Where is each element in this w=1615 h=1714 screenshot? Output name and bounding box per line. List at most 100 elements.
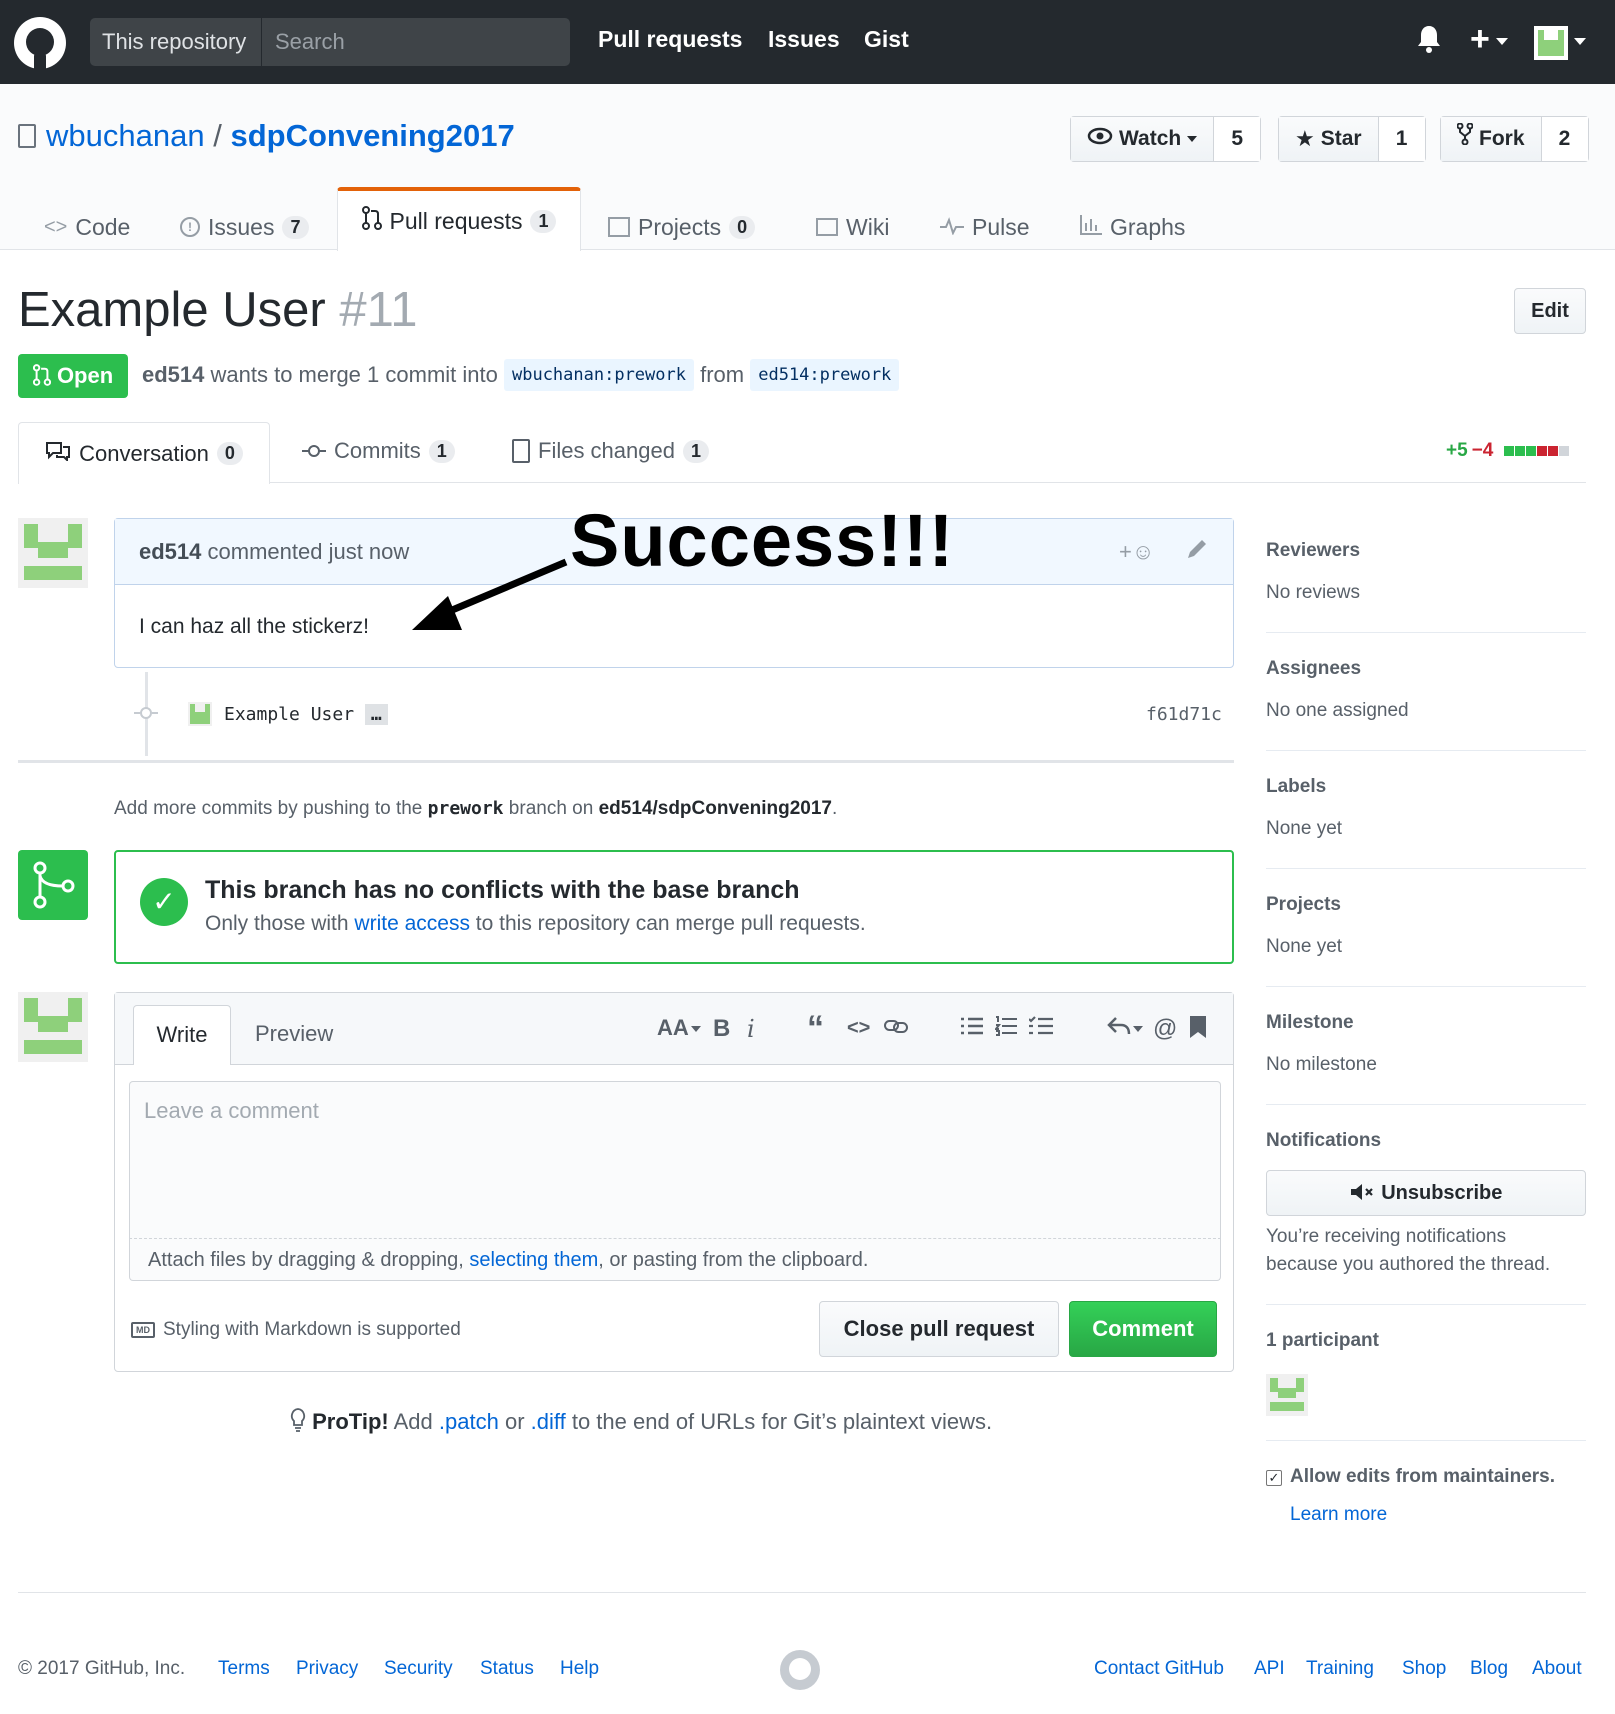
ordered-list-icon[interactable] bbox=[994, 1015, 1017, 1043]
star-count[interactable]: 1 bbox=[1378, 117, 1425, 161]
nav-pull-requests[interactable]: Pull requests bbox=[598, 26, 742, 53]
comment-textarea[interactable] bbox=[129, 1081, 1221, 1239]
pencil-icon[interactable] bbox=[1185, 537, 1209, 566]
sidebar-labels-heading[interactable]: Labels bbox=[1266, 776, 1326, 798]
sidebar-projects-heading[interactable]: Projects bbox=[1266, 894, 1341, 916]
tab-preview[interactable]: Preview bbox=[255, 1005, 333, 1065]
saved-replies-icon[interactable] bbox=[1189, 1015, 1207, 1046]
unsubscribe-button[interactable]: Unsubscribe bbox=[1266, 1170, 1586, 1216]
footer-link-terms[interactable]: Terms bbox=[218, 1658, 270, 1680]
base-branch[interactable]: wbuchanan:prework bbox=[503, 359, 694, 391]
avatar[interactable] bbox=[188, 702, 212, 726]
footer-link-about[interactable]: About bbox=[1532, 1658, 1582, 1680]
add-reaction-icon[interactable]: +☺ bbox=[1119, 539, 1154, 565]
commit-author[interactable]: Example User bbox=[224, 704, 354, 725]
participant-avatar[interactable] bbox=[1266, 1374, 1308, 1416]
file-drop-zone[interactable]: Attach files by dragging & dropping, sel… bbox=[129, 1239, 1221, 1281]
edit-button[interactable]: Edit bbox=[1514, 288, 1586, 334]
fork-count[interactable]: 2 bbox=[1541, 117, 1588, 161]
star-button[interactable]: ★ Star bbox=[1279, 117, 1379, 161]
bold-icon[interactable]: B bbox=[713, 1015, 730, 1043]
footer-link-security[interactable]: Security bbox=[384, 1658, 453, 1680]
heading-icon[interactable]: AA bbox=[657, 1015, 689, 1041]
quote-icon[interactable]: “ bbox=[807, 1009, 824, 1048]
plus-icon[interactable]: + bbox=[1470, 20, 1490, 59]
allow-edits-checkbox[interactable]: ✓ bbox=[1266, 1470, 1282, 1486]
task-list-icon[interactable] bbox=[1028, 1015, 1053, 1043]
repo-owner-link[interactable]: wbuchanan bbox=[46, 118, 205, 153]
avatar[interactable] bbox=[18, 518, 88, 588]
github-mark-icon[interactable] bbox=[780, 1650, 820, 1690]
diffstat[interactable]: +5 −4 bbox=[1446, 440, 1570, 462]
pr-author[interactable]: ed514 bbox=[142, 362, 204, 387]
tab-files-changed[interactable]: Files changed 1 bbox=[512, 438, 709, 464]
comment-author[interactable]: ed514 bbox=[139, 539, 201, 564]
tab-issues-count: 7 bbox=[282, 215, 309, 239]
chevron-down-icon[interactable] bbox=[691, 1026, 701, 1032]
write-access-link[interactable]: write access bbox=[354, 912, 470, 935]
commit-sha[interactable]: f61d71c bbox=[1146, 704, 1222, 725]
sidebar-milestone-heading[interactable]: Milestone bbox=[1266, 1012, 1354, 1034]
divider bbox=[18, 760, 1234, 763]
italic-icon[interactable]: i bbox=[747, 1015, 755, 1043]
fork-button[interactable]: Fork bbox=[1441, 117, 1542, 161]
link-icon[interactable] bbox=[883, 1015, 909, 1043]
github-logo-icon[interactable] bbox=[14, 17, 66, 69]
tab-graphs[interactable]: Graphs bbox=[1080, 204, 1185, 250]
protip: ProTip! Add .patch or .diff to the end o… bbox=[290, 1408, 992, 1435]
learn-more-link[interactable]: Learn more bbox=[1290, 1504, 1387, 1526]
repo-name-link[interactable]: sdpConvening2017 bbox=[230, 118, 514, 153]
footer-link-contact[interactable]: Contact GitHub bbox=[1094, 1658, 1224, 1680]
footer-link-status[interactable]: Status bbox=[480, 1658, 534, 1680]
search-box[interactable]: This repository bbox=[90, 18, 570, 66]
avatar[interactable] bbox=[18, 992, 88, 1062]
reply-icon[interactable] bbox=[1107, 1015, 1131, 1043]
search-input[interactable] bbox=[263, 18, 570, 66]
footer-link-privacy[interactable]: Privacy bbox=[296, 1658, 358, 1680]
close-pull-request-button[interactable]: Close pull request bbox=[819, 1301, 1059, 1357]
lightbulb-icon bbox=[290, 1408, 306, 1434]
tab-write[interactable]: Write bbox=[133, 1005, 231, 1065]
sidebar-reviewers-heading[interactable]: Reviewers bbox=[1266, 540, 1360, 562]
markdown-help-link[interactable]: MD Styling with Markdown is supported bbox=[131, 1319, 461, 1341]
head-branch[interactable]: ed514:prework bbox=[750, 359, 900, 391]
footer-link-training[interactable]: Training bbox=[1306, 1658, 1374, 1680]
watch-button[interactable]: Watch bbox=[1071, 117, 1215, 161]
status-label: Open bbox=[56, 363, 114, 388]
footer-link-blog[interactable]: Blog bbox=[1470, 1658, 1508, 1680]
patch-link[interactable]: .patch bbox=[439, 1409, 499, 1434]
footer-link-api[interactable]: API bbox=[1254, 1658, 1285, 1680]
nav-issues[interactable]: Issues bbox=[768, 26, 840, 53]
merge-status-box bbox=[114, 850, 1234, 964]
watch-count[interactable]: 5 bbox=[1214, 117, 1261, 161]
tab-pull-requests[interactable]: Pull requests 1 bbox=[337, 187, 581, 251]
unordered-list-icon[interactable] bbox=[961, 1015, 983, 1043]
sidebar-assignees-heading[interactable]: Assignees bbox=[1266, 658, 1361, 680]
tab-wiki[interactable]: Wiki bbox=[816, 204, 889, 250]
tab-issues[interactable]: ! Issues 7 bbox=[180, 204, 309, 250]
chevron-down-icon[interactable] bbox=[1574, 38, 1586, 45]
commit-expand-button[interactable]: … bbox=[364, 704, 388, 725]
commit-message[interactable]: Example User … bbox=[224, 704, 388, 725]
nav-gist[interactable]: Gist bbox=[864, 26, 909, 53]
divider bbox=[1266, 1440, 1586, 1441]
tab-pulse[interactable]: Pulse bbox=[940, 204, 1030, 250]
tab-code[interactable]: <> Code bbox=[44, 204, 130, 250]
tab-projects[interactable]: Projects 0 bbox=[608, 204, 756, 250]
tab-conversation[interactable]: Conversation 0 bbox=[18, 422, 270, 484]
comment-button[interactable]: Comment bbox=[1069, 1301, 1217, 1357]
select-files-link[interactable]: selecting them bbox=[469, 1249, 598, 1271]
chevron-down-icon[interactable] bbox=[1133, 1026, 1143, 1032]
code-icon[interactable]: <> bbox=[847, 1017, 870, 1040]
tab-commits[interactable]: Commits 1 bbox=[302, 438, 455, 464]
tab-commits-count: 1 bbox=[428, 439, 455, 463]
chevron-down-icon[interactable] bbox=[1496, 38, 1508, 45]
mention-icon[interactable]: @ bbox=[1153, 1015, 1177, 1043]
footer-link-shop[interactable]: Shop bbox=[1402, 1658, 1446, 1680]
bell-icon[interactable] bbox=[1416, 24, 1442, 61]
diff-link[interactable]: .diff bbox=[531, 1409, 566, 1434]
avatar[interactable] bbox=[1534, 26, 1568, 60]
protip-prefix: Add bbox=[393, 1409, 433, 1434]
footer-link-help[interactable]: Help bbox=[560, 1658, 599, 1680]
search-scope[interactable]: This repository bbox=[90, 18, 262, 66]
